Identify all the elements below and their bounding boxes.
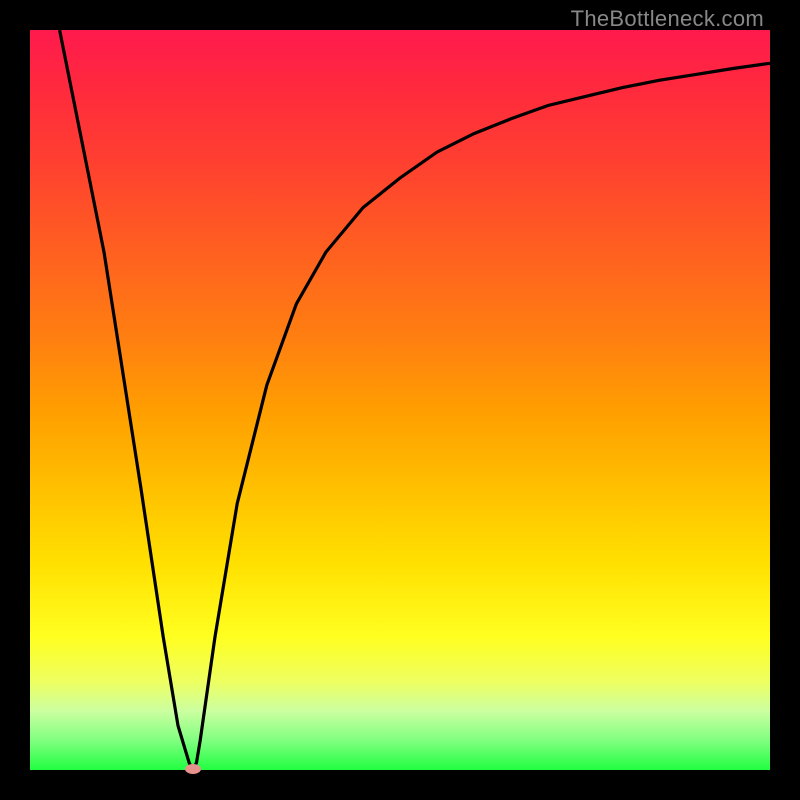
chart-container: TheBottleneck.com xyxy=(0,0,800,800)
plot-area xyxy=(30,30,770,770)
bottleneck-curve xyxy=(30,30,770,770)
watermark-text: TheBottleneck.com xyxy=(571,6,764,32)
optimal-point-marker xyxy=(185,764,201,774)
